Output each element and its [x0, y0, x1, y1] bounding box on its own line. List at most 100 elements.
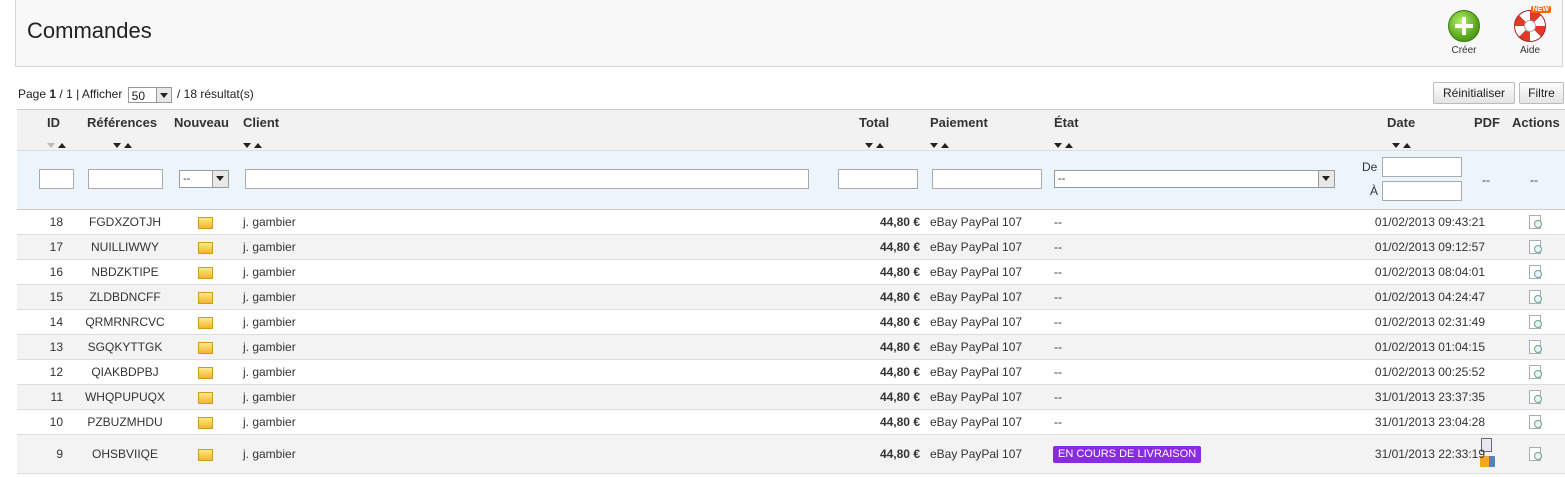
envelope-icon [198, 392, 213, 404]
col-header-date[interactable]: Date [1387, 115, 1415, 130]
sort-desc-icon[interactable] [113, 143, 121, 148]
filter-date-from-input[interactable] [1382, 157, 1462, 177]
cell-reference: SGQKYTTGK [87, 340, 163, 354]
create-label: Créer [1451, 45, 1477, 56]
chevron-down-icon [155, 87, 171, 102]
view-details-icon[interactable] [1529, 240, 1542, 254]
sort-asc-icon[interactable] [124, 143, 132, 148]
envelope-icon [198, 367, 213, 379]
chevron-down-icon [212, 171, 228, 187]
cell-state: -- [1054, 240, 1062, 254]
filter-button[interactable]: Filtre [1519, 82, 1564, 104]
filter-total-input[interactable] [838, 169, 918, 189]
add-icon [1448, 10, 1480, 42]
table-row[interactable]: 18 FGDXZOTJH j. gambier 44,80 € eBay PayPal … [17, 210, 1565, 235]
sort-asc-icon[interactable] [1403, 143, 1411, 148]
sort-id[interactable] [47, 137, 69, 151]
cell-client: j. gambier [243, 215, 296, 229]
table-row[interactable]: 17 NUILLIWWY j. gambier 44,80 € eBay PayPal … [17, 235, 1565, 260]
sort-asc-icon[interactable] [58, 143, 66, 148]
view-details-icon[interactable] [1529, 265, 1542, 279]
help-button[interactable]: NEW Aide [1504, 6, 1556, 56]
table-row[interactable]: 14 QRMRNRCVC j. gambier 44,80 € eBay PayPal … [17, 310, 1565, 335]
filter-new-select[interactable]: -- [179, 170, 229, 188]
sort-payment[interactable] [930, 137, 952, 151]
pager-page-label: Page [18, 87, 47, 101]
view-details-icon[interactable] [1529, 315, 1542, 329]
view-details-icon[interactable] [1529, 390, 1542, 404]
filter-state-select[interactable]: -- [1054, 170, 1335, 188]
per-page-select[interactable]: 50 [127, 86, 172, 103]
per-page-value: 50 [131, 88, 146, 103]
table-row[interactable]: 16 NBDZKTIPE j. gambier 44,80 € eBay PayPal … [17, 260, 1565, 285]
table-row[interactable]: 15 ZLDBDNCFF j. gambier 44,80 € eBay PayPal … [17, 285, 1565, 310]
cell-client: j. gambier [243, 315, 296, 329]
table-row[interactable]: 12 QIAKBDPBJ j. gambier 44,80 € eBay PayPal … [17, 360, 1565, 385]
cell-state: -- [1054, 265, 1062, 279]
sort-desc-icon[interactable] [243, 143, 251, 148]
sort-asc-icon[interactable] [254, 143, 262, 148]
table-row[interactable]: 13 SGQKYTTGK j. gambier 44,80 € eBay PayPal … [17, 335, 1565, 360]
filter-date-to-input[interactable] [1382, 181, 1462, 201]
sort-desc-icon[interactable] [865, 143, 873, 148]
col-header-id[interactable]: ID [47, 115, 60, 130]
col-header-reference[interactable]: Références [87, 115, 157, 130]
cell-state: -- [1054, 415, 1062, 429]
filter-pdf-placeholder: -- [1482, 173, 1490, 187]
sort-desc-icon[interactable] [930, 143, 938, 148]
view-details-icon[interactable] [1529, 415, 1542, 429]
col-header-client[interactable]: Client [243, 115, 279, 130]
col-header-actions: Actions [1512, 115, 1560, 130]
sort-desc-icon[interactable] [1054, 143, 1062, 148]
sort-asc-icon[interactable] [1065, 143, 1073, 148]
cell-total: 44,80 € [879, 365, 920, 379]
sort-desc-icon[interactable] [47, 143, 55, 148]
cell-payment: eBay PayPal 107 [930, 447, 1023, 461]
cell-date: 01/02/2013 09:43:21 [1374, 215, 1485, 229]
filter-reference-input[interactable] [88, 169, 163, 189]
filter-id-input[interactable] [39, 169, 74, 189]
cell-reference: WHQPUPUQX [84, 390, 165, 404]
create-button[interactable]: Créer [1438, 8, 1490, 56]
col-header-state[interactable]: État [1054, 115, 1079, 130]
cell-id: 10 [49, 415, 63, 429]
sort-total[interactable] [865, 137, 887, 151]
cell-id: 18 [49, 215, 63, 229]
cell-payment: eBay PayPal 107 [930, 265, 1023, 279]
sort-state[interactable] [1054, 137, 1076, 151]
filter-actions-placeholder: -- [1530, 173, 1538, 187]
sort-asc-icon[interactable] [941, 143, 949, 148]
sort-client[interactable] [243, 137, 265, 151]
view-details-icon[interactable] [1529, 340, 1542, 354]
filter-row: -- -- De À -- -- [17, 151, 1565, 210]
view-details-icon[interactable] [1529, 215, 1542, 229]
filter-client-input[interactable] [245, 169, 809, 189]
envelope-icon [198, 292, 213, 304]
results-count: / 18 résultat(s) [177, 87, 254, 101]
cell-total: 44,80 € [879, 240, 920, 254]
sort-reference[interactable] [113, 137, 135, 151]
col-header-payment[interactable]: Paiement [930, 115, 988, 130]
cell-payment: eBay PayPal 107 [930, 390, 1023, 404]
date-to-label: À [1370, 184, 1379, 198]
view-details-icon[interactable] [1529, 290, 1542, 304]
reset-button[interactable]: Réinitialiser [1433, 82, 1515, 104]
filter-payment-input[interactable] [932, 169, 1042, 189]
table-row[interactable]: 11 WHQPUPUQX j. gambier 44,80 € eBay PayPal … [17, 385, 1565, 410]
sort-date[interactable] [1392, 137, 1414, 151]
view-details-icon[interactable] [1529, 447, 1542, 461]
sort-desc-icon[interactable] [1392, 143, 1400, 148]
table-row[interactable]: 10 PZBUZMHDU j. gambier 44,80 € eBay PayPal … [17, 410, 1565, 435]
table-row[interactable]: 9 OHSBVIIQE j. gambier 44,80 € eBay PayPal 1… [17, 435, 1565, 474]
cell-payment: eBay PayPal 107 [930, 215, 1023, 229]
cell-client: j. gambier [243, 365, 296, 379]
cell-state: -- [1054, 290, 1062, 304]
sort-asc-icon[interactable] [876, 143, 884, 148]
filter-new-value: -- [183, 173, 191, 185]
cell-reference: NBDZKTIPE [91, 265, 159, 279]
col-header-total[interactable]: Total [859, 115, 889, 130]
view-details-icon[interactable] [1529, 365, 1542, 379]
cell-id: 17 [49, 240, 63, 254]
cell-total: 44,80 € [879, 290, 920, 304]
cell-reference: QIAKBDPBJ [91, 365, 159, 379]
